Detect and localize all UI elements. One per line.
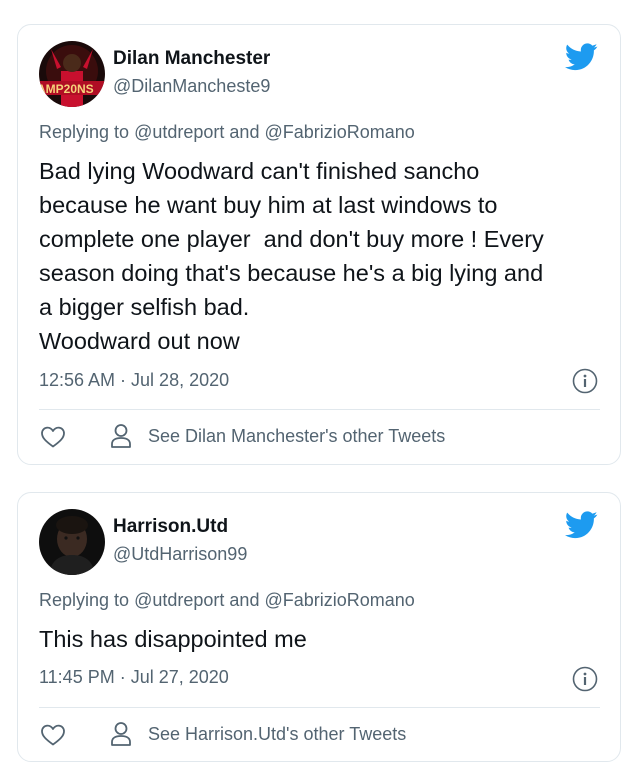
info-icon[interactable]: [572, 368, 598, 394]
twitter-bird-icon[interactable]: [565, 511, 598, 539]
avatar[interactable]: AMP20NS: [39, 41, 105, 107]
tweet-text: Bad lying Woodward can't finished sancho…: [39, 158, 544, 354]
user-handle[interactable]: @UtdHarrison99: [113, 544, 247, 565]
mention-link[interactable]: @utdreport: [134, 590, 224, 610]
mention-link[interactable]: @FabrizioRomano: [264, 590, 414, 610]
person-icon: [111, 722, 131, 746]
info-icon[interactable]: [572, 666, 598, 692]
replying-to: Replying to @utdreport and @FabrizioRoma…: [39, 122, 415, 142]
see-other-tweets-link[interactable]: See Harrison.Utd's other Tweets: [148, 724, 406, 745]
svg-text:AMP20NS: AMP20NS: [39, 82, 94, 96]
mention-link[interactable]: @utdreport: [134, 122, 224, 142]
mention-link[interactable]: @FabrizioRomano: [264, 122, 414, 142]
divider: [39, 707, 600, 708]
heart-icon[interactable]: [40, 723, 66, 747]
tweet-card[interactable]: Harrison.Utd @UtdHarrison99 Replying to …: [17, 492, 621, 762]
heart-icon[interactable]: [40, 425, 66, 449]
tweet-text: This has disappointed me: [39, 626, 307, 652]
avatar[interactable]: [39, 509, 105, 575]
display-name[interactable]: Harrison.Utd: [113, 516, 228, 538]
display-name[interactable]: Dilan Manchester: [113, 48, 270, 70]
twitter-bird-icon[interactable]: [565, 43, 598, 71]
tweet-card[interactable]: AMP20NS Dilan Manchester @DilanMancheste…: [17, 24, 621, 465]
divider: [39, 409, 600, 410]
see-other-tweets-link[interactable]: See Dilan Manchester's other Tweets: [148, 426, 445, 447]
person-icon: [111, 424, 131, 448]
timestamp[interactable]: 12:56 AM · Jul 28, 2020: [39, 370, 229, 391]
timestamp[interactable]: 11:45 PM · Jul 27, 2020: [39, 667, 229, 688]
user-handle[interactable]: @DilanMancheste9: [113, 76, 270, 97]
replying-to: Replying to @utdreport and @FabrizioRoma…: [39, 590, 415, 610]
